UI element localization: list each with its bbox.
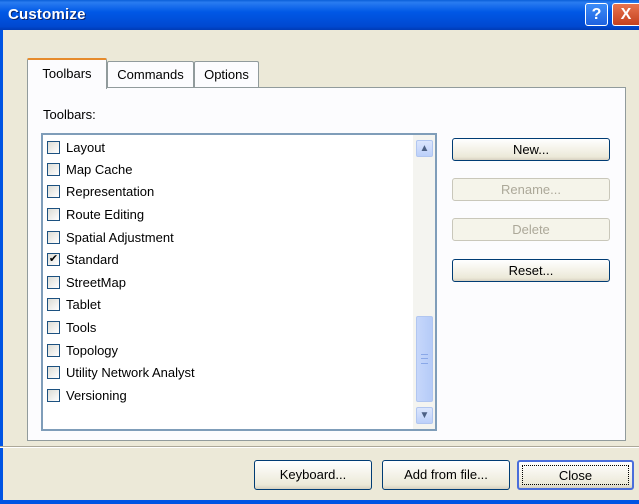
footer-divider	[0, 446, 639, 448]
tab-toolbars-label: Toolbars	[42, 66, 92, 81]
list-item[interactable]: Topology	[46, 340, 406, 362]
list-item[interactable]: Layout	[46, 137, 406, 159]
list-item[interactable]: ✔ Standard	[46, 249, 406, 271]
list-item[interactable]: Tools	[46, 317, 406, 339]
toolbars-list-label: Toolbars:	[43, 107, 96, 122]
window-frame-bottom	[0, 500, 639, 504]
checkbox-tools[interactable]	[47, 321, 60, 334]
list-item[interactable]: Versioning	[46, 385, 406, 407]
close-button[interactable]: Close	[517, 460, 634, 490]
add-from-file-button[interactable]: Add from file...	[382, 460, 510, 490]
list-item-label: Tools	[66, 320, 97, 335]
tab-options-label: Options	[204, 67, 249, 82]
checkbox-layout[interactable]	[47, 141, 60, 154]
checkbox-spatial-adjustment[interactable]	[47, 231, 60, 244]
scroll-thumb[interactable]	[416, 316, 433, 402]
checkbox-representation[interactable]	[47, 185, 60, 198]
list-item-label: Versioning	[66, 388, 127, 403]
checkbox-standard[interactable]: ✔	[47, 253, 60, 266]
new-toolbar-button[interactable]: New...	[452, 138, 610, 161]
tab-options[interactable]: Options	[194, 61, 259, 88]
list-item-label: Spatial Adjustment	[66, 230, 174, 245]
list-item[interactable]: Map Cache	[46, 159, 406, 181]
checkbox-utility-network-analyst[interactable]	[47, 366, 60, 379]
list-item-label: Representation	[66, 184, 155, 199]
list-item[interactable]: Spatial Adjustment	[46, 227, 406, 249]
list-item-label: Topology	[66, 343, 119, 358]
tab-toolbars[interactable]: Toolbars	[27, 58, 107, 89]
rename-toolbar-button[interactable]: Rename...	[452, 178, 610, 201]
list-item[interactable]: StreetMap	[46, 272, 406, 294]
checkbox-route-editing[interactable]	[47, 208, 60, 221]
list-item[interactable]: Route Editing	[46, 204, 406, 226]
list-item[interactable]: Utility Network Analyst	[46, 362, 406, 384]
window-title: Customize	[8, 6, 86, 23]
help-button[interactable]: ?	[585, 3, 608, 26]
keyboard-button[interactable]: Keyboard...	[254, 460, 372, 490]
checkbox-versioning[interactable]	[47, 389, 60, 402]
checkbox-tablet[interactable]	[47, 298, 60, 311]
list-item[interactable]: Tablet	[46, 294, 406, 316]
tab-strip-line	[259, 61, 625, 88]
tab-commands[interactable]: Commands	[107, 61, 194, 88]
checkbox-map-cache[interactable]	[47, 163, 60, 176]
list-item-label: Standard	[66, 252, 119, 267]
toolbars-listbox[interactable]: Layout Map Cache Representation Route Ed…	[41, 133, 437, 431]
reset-toolbar-button[interactable]: Reset...	[452, 259, 610, 282]
checkbox-topology[interactable]	[47, 344, 60, 357]
customize-dialog: Customize ? X Toolbars Commands Options …	[0, 0, 639, 504]
list-item-label: Route Editing	[66, 207, 145, 222]
close-window-icon[interactable]: X	[612, 3, 639, 26]
scroll-grip-icon	[421, 354, 428, 364]
scroll-up-icon[interactable]: ▲	[416, 140, 433, 157]
list-item-label: StreetMap	[66, 275, 126, 290]
scroll-down-icon[interactable]: ▼	[416, 407, 433, 424]
vertical-scrollbar[interactable]: ▲ ▼	[413, 135, 435, 429]
list-item-label: Map Cache	[66, 162, 133, 177]
title-bar[interactable]: Customize ? X	[0, 0, 639, 30]
checkbox-streetmap[interactable]	[47, 276, 60, 289]
list-item-label: Layout	[66, 140, 106, 155]
close-button-label: Close	[522, 465, 629, 485]
delete-toolbar-button[interactable]: Delete	[452, 218, 610, 241]
window-frame-left	[0, 30, 3, 504]
list-item[interactable]: Representation	[46, 181, 406, 203]
tab-commands-label: Commands	[117, 67, 184, 82]
list-item-label: Tablet	[66, 297, 101, 312]
list-item-label: Utility Network Analyst	[66, 365, 195, 380]
